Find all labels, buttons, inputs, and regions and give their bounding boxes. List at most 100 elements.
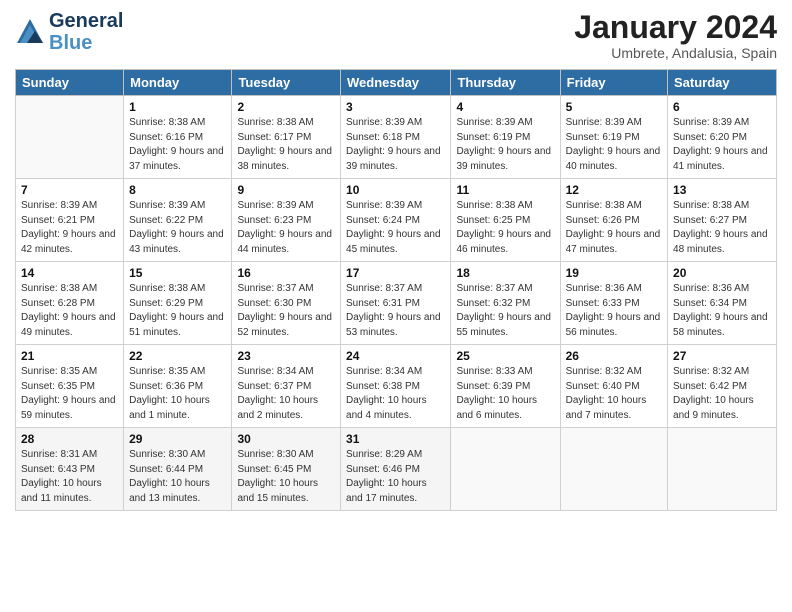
day-info: Sunrise: 8:39 AM Sunset: 6:21 PM Dayligh… [21, 199, 118, 257]
day-number: 4 [456, 100, 554, 114]
day-info: Sunrise: 8:39 AM Sunset: 6:19 PM Dayligh… [566, 116, 662, 174]
calendar-cell: 14 Sunrise: 8:38 AM Sunset: 6:28 PM Dayli… [16, 262, 124, 345]
day-info: Sunrise: 8:37 AM Sunset: 6:32 PM Dayligh… [456, 282, 554, 340]
calendar-cell: 26 Sunrise: 8:32 AM Sunset: 6:40 PM Dayli… [560, 345, 667, 428]
day-number: 11 [456, 183, 554, 197]
calendar-cell: 16 Sunrise: 8:37 AM Sunset: 6:30 PM Dayli… [232, 262, 341, 345]
day-info: Sunrise: 8:38 AM Sunset: 6:16 PM Dayligh… [129, 116, 226, 174]
day-number: 3 [346, 100, 445, 114]
day-info: Sunrise: 8:39 AM Sunset: 6:22 PM Dayligh… [129, 199, 226, 257]
header-monday: Monday [124, 70, 232, 96]
page: General Blue January 2024 Umbrete, Andal… [0, 0, 792, 612]
day-number: 25 [456, 349, 554, 363]
day-info: Sunrise: 8:39 AM Sunset: 6:23 PM Dayligh… [237, 199, 335, 257]
day-number: 22 [129, 349, 226, 363]
day-number: 7 [21, 183, 118, 197]
logo-line1: General [49, 10, 123, 32]
calendar-cell: 8 Sunrise: 8:39 AM Sunset: 6:22 PM Daylig… [124, 179, 232, 262]
header-tuesday: Tuesday [232, 70, 341, 96]
day-info: Sunrise: 8:38 AM Sunset: 6:27 PM Dayligh… [673, 199, 771, 257]
day-number: 16 [237, 266, 335, 280]
header-sunday: Sunday [16, 70, 124, 96]
calendar-cell: 12 Sunrise: 8:38 AM Sunset: 6:26 PM Dayli… [560, 179, 667, 262]
calendar-cell: 18 Sunrise: 8:37 AM Sunset: 6:32 PM Dayli… [451, 262, 560, 345]
day-number: 31 [346, 432, 445, 446]
day-number: 28 [21, 432, 118, 446]
day-info: Sunrise: 8:29 AM Sunset: 6:46 PM Dayligh… [346, 448, 445, 506]
calendar-cell [560, 428, 667, 511]
day-number: 23 [237, 349, 335, 363]
day-info: Sunrise: 8:39 AM Sunset: 6:19 PM Dayligh… [456, 116, 554, 174]
calendar-table: Sunday Monday Tuesday Wednesday Thursday… [15, 69, 777, 511]
day-number: 17 [346, 266, 445, 280]
day-number: 8 [129, 183, 226, 197]
day-number: 14 [21, 266, 118, 280]
day-info: Sunrise: 8:32 AM Sunset: 6:42 PM Dayligh… [673, 365, 771, 423]
day-number: 20 [673, 266, 771, 280]
day-info: Sunrise: 8:30 AM Sunset: 6:44 PM Dayligh… [129, 448, 226, 506]
day-number: 13 [673, 183, 771, 197]
header-wednesday: Wednesday [341, 70, 451, 96]
logo-line2: Blue [49, 32, 123, 54]
day-info: Sunrise: 8:33 AM Sunset: 6:39 PM Dayligh… [456, 365, 554, 423]
day-info: Sunrise: 8:32 AM Sunset: 6:40 PM Dayligh… [566, 365, 662, 423]
calendar-cell: 17 Sunrise: 8:37 AM Sunset: 6:31 PM Dayli… [341, 262, 451, 345]
calendar-cell: 7 Sunrise: 8:39 AM Sunset: 6:21 PM Daylig… [16, 179, 124, 262]
calendar-cell: 23 Sunrise: 8:34 AM Sunset: 6:37 PM Dayli… [232, 345, 341, 428]
calendar-cell: 3Sunrise: 8:39 AM Sunset: 6:18 PM Daylig… [341, 96, 451, 179]
day-info: Sunrise: 8:39 AM Sunset: 6:20 PM Dayligh… [673, 116, 771, 174]
day-number: 30 [237, 432, 335, 446]
day-info: Sunrise: 8:35 AM Sunset: 6:36 PM Dayligh… [129, 365, 226, 423]
calendar-cell: 25 Sunrise: 8:33 AM Sunset: 6:39 PM Dayli… [451, 345, 560, 428]
header-friday: Friday [560, 70, 667, 96]
day-number: 19 [566, 266, 662, 280]
calendar-cell [668, 428, 777, 511]
day-info: Sunrise: 8:37 AM Sunset: 6:30 PM Dayligh… [237, 282, 335, 340]
calendar-cell: 10Sunrise: 8:39 AM Sunset: 6:24 PM Dayli… [341, 179, 451, 262]
day-number: 26 [566, 349, 662, 363]
day-info: Sunrise: 8:36 AM Sunset: 6:33 PM Dayligh… [566, 282, 662, 340]
calendar-cell: 30 Sunrise: 8:30 AM Sunset: 6:45 PM Dayli… [232, 428, 341, 511]
calendar-cell: 4 Sunrise: 8:39 AM Sunset: 6:19 PM Daylig… [451, 96, 560, 179]
calendar-cell: 22 Sunrise: 8:35 AM Sunset: 6:36 PM Dayli… [124, 345, 232, 428]
day-number: 6 [673, 100, 771, 114]
day-number: 21 [21, 349, 118, 363]
day-number: 12 [566, 183, 662, 197]
day-number: 18 [456, 266, 554, 280]
calendar-week-row: 28Sunrise: 8:31 AM Sunset: 6:43 PM Dayli… [16, 428, 777, 511]
calendar-cell [451, 428, 560, 511]
day-info: Sunrise: 8:37 AM Sunset: 6:31 PM Dayligh… [346, 282, 445, 340]
day-info: Sunrise: 8:36 AM Sunset: 6:34 PM Dayligh… [673, 282, 771, 340]
calendar-week-row: 7 Sunrise: 8:39 AM Sunset: 6:21 PM Daylig… [16, 179, 777, 262]
day-number: 15 [129, 266, 226, 280]
day-info: Sunrise: 8:38 AM Sunset: 6:25 PM Dayligh… [456, 199, 554, 257]
calendar-week-row: 1 Sunrise: 8:38 AM Sunset: 6:16 PM Daylig… [16, 96, 777, 179]
day-info: Sunrise: 8:34 AM Sunset: 6:37 PM Dayligh… [237, 365, 335, 423]
calendar-cell: 13 Sunrise: 8:38 AM Sunset: 6:27 PM Dayli… [668, 179, 777, 262]
calendar-cell: 9Sunrise: 8:39 AM Sunset: 6:23 PM Daylig… [232, 179, 341, 262]
day-info: Sunrise: 8:38 AM Sunset: 6:28 PM Dayligh… [21, 282, 118, 340]
day-number: 27 [673, 349, 771, 363]
calendar-cell: 15Sunrise: 8:38 AM Sunset: 6:29 PM Dayli… [124, 262, 232, 345]
day-number: 1 [129, 100, 226, 114]
calendar-cell: 6 Sunrise: 8:39 AM Sunset: 6:20 PM Daylig… [668, 96, 777, 179]
weekday-header-row: Sunday Monday Tuesday Wednesday Thursday… [16, 70, 777, 96]
logo-icon [15, 17, 45, 47]
logo: General Blue [15, 10, 123, 54]
day-info: Sunrise: 8:30 AM Sunset: 6:45 PM Dayligh… [237, 448, 335, 506]
calendar-cell: 24 Sunrise: 8:34 AM Sunset: 6:38 PM Dayli… [341, 345, 451, 428]
header-thursday: Thursday [451, 70, 560, 96]
calendar-cell: 5Sunrise: 8:39 AM Sunset: 6:19 PM Daylig… [560, 96, 667, 179]
location-subtitle: Umbrete, Andalusia, Spain [574, 45, 777, 61]
calendar-cell: 21 Sunrise: 8:35 AM Sunset: 6:35 PM Dayli… [16, 345, 124, 428]
calendar-cell: 11 Sunrise: 8:38 AM Sunset: 6:25 PM Dayli… [451, 179, 560, 262]
calendar-cell: 29Sunrise: 8:30 AM Sunset: 6:44 PM Dayli… [124, 428, 232, 511]
day-info: Sunrise: 8:35 AM Sunset: 6:35 PM Dayligh… [21, 365, 118, 423]
day-info: Sunrise: 8:38 AM Sunset: 6:26 PM Dayligh… [566, 199, 662, 257]
day-number: 24 [346, 349, 445, 363]
calendar-week-row: 21 Sunrise: 8:35 AM Sunset: 6:35 PM Dayli… [16, 345, 777, 428]
title-block: January 2024 Umbrete, Andalusia, Spain [574, 10, 777, 61]
day-info: Sunrise: 8:34 AM Sunset: 6:38 PM Dayligh… [346, 365, 445, 423]
calendar-cell: 31 Sunrise: 8:29 AM Sunset: 6:46 PM Dayli… [341, 428, 451, 511]
calendar-cell [16, 96, 124, 179]
